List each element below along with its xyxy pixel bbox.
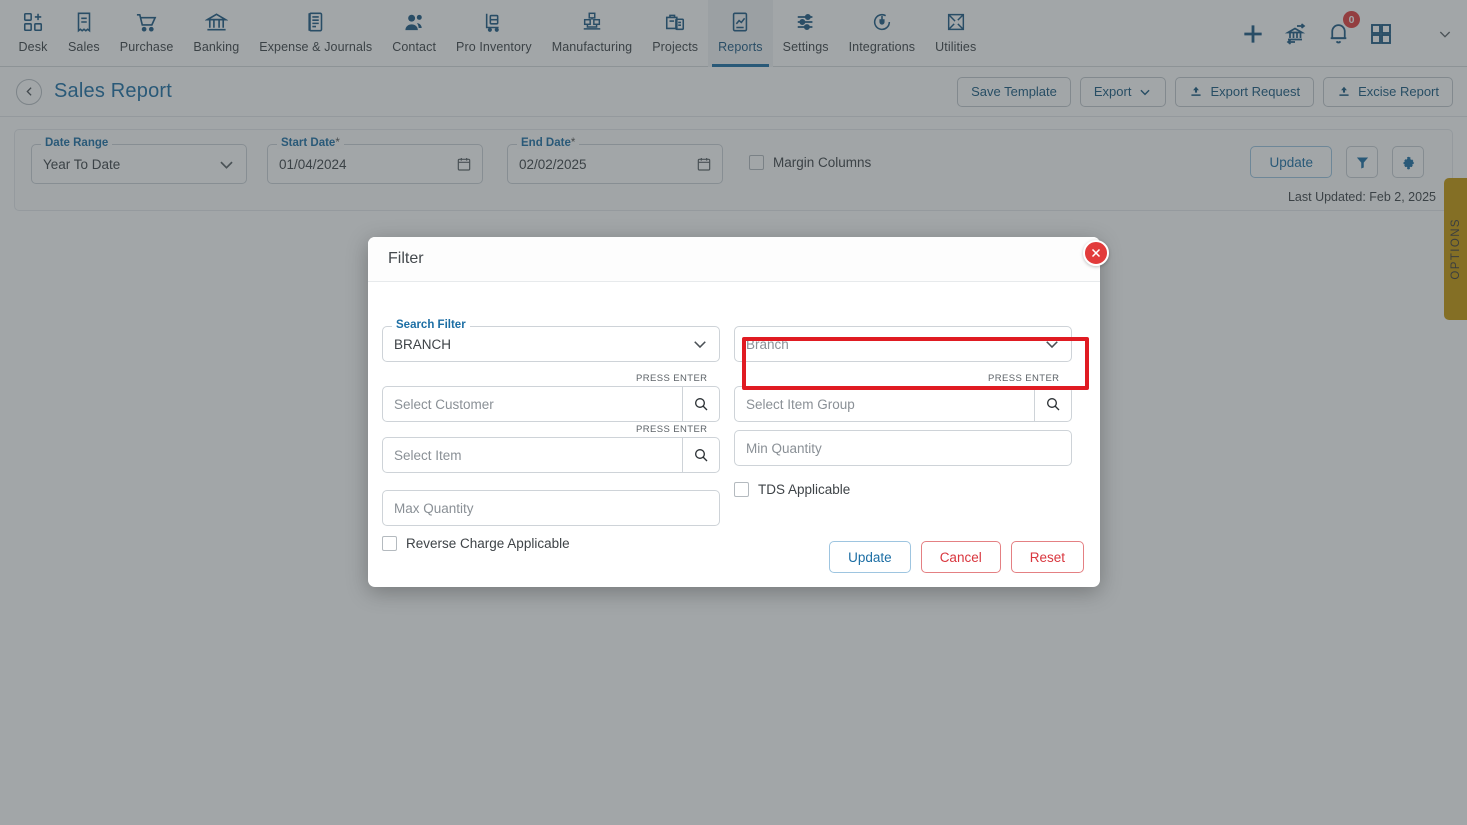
modal-header: Filter <box>368 237 1109 282</box>
search-icon[interactable] <box>682 438 719 472</box>
search-icon[interactable] <box>1034 387 1071 421</box>
filter-modal: Filter Search Filter BRANCH Branch PRESS… <box>368 237 1109 587</box>
search-filter-select[interactable]: Search Filter BRANCH <box>382 319 720 362</box>
modal-title: Filter <box>388 250 424 267</box>
item-group-placeholder: Select Item Group <box>746 396 855 412</box>
app-root: Desk Sales Purchase Banking Expense & Jo… <box>0 0 1467 825</box>
modal-close-button[interactable] <box>1083 240 1109 266</box>
modal-reset-button[interactable]: Reset <box>1010 541 1084 573</box>
customer-search-input[interactable]: Select Customer <box>382 386 720 422</box>
customer-placeholder: Select Customer <box>394 396 494 412</box>
close-x-icon <box>1090 247 1102 259</box>
search-filter-value: BRANCH <box>394 336 452 352</box>
chevron-down-icon <box>691 335 709 353</box>
reverse-charge-checkbox[interactable] <box>382 536 397 551</box>
search-filter-label: Search Filter <box>392 319 470 331</box>
max-quantity-input[interactable]: Max Quantity <box>382 490 720 526</box>
chevron-down-icon <box>1043 335 1061 353</box>
reverse-charge-label: Reverse Charge Applicable <box>406 536 570 551</box>
modal-footer: Update Cancel Reset <box>829 541 1084 573</box>
modal-cancel-button[interactable]: Cancel <box>920 541 1001 573</box>
customer-press-enter-hint: PRESS ENTER <box>636 373 708 384</box>
branch-select[interactable]: Branch <box>734 326 1072 362</box>
reverse-charge-checkbox-row[interactable]: Reverse Charge Applicable <box>382 536 570 551</box>
item-group-press-enter-hint: PRESS ENTER <box>988 373 1060 384</box>
tds-applicable-label: TDS Applicable <box>758 482 851 497</box>
modal-update-button[interactable]: Update <box>829 541 911 573</box>
item-search-input[interactable]: Select Item <box>382 437 720 473</box>
min-quantity-placeholder: Min Quantity <box>746 440 822 456</box>
max-quantity-placeholder: Max Quantity <box>394 500 474 516</box>
tds-applicable-checkbox-row[interactable]: TDS Applicable <box>734 482 850 497</box>
item-placeholder: Select Item <box>394 447 462 463</box>
tds-applicable-checkbox[interactable] <box>734 482 749 497</box>
search-icon[interactable] <box>682 387 719 421</box>
min-quantity-input[interactable]: Min Quantity <box>734 430 1072 466</box>
branch-placeholder: Branch <box>746 336 789 352</box>
item-press-enter-hint: PRESS ENTER <box>636 424 708 435</box>
item-group-search-input[interactable]: Select Item Group <box>734 386 1072 422</box>
